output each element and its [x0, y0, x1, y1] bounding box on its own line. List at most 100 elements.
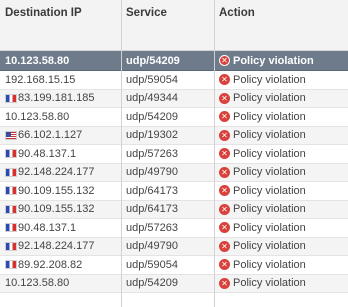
table-row[interactable]: 92.148.224.177 udp/49790 ✕ Policy violation	[0, 237, 348, 256]
policy-violation-icon: ✕	[219, 74, 230, 86]
destination-ip-cell: 10.123.58.80	[0, 55, 121, 67]
service-cell: udp/49790	[126, 240, 178, 253]
destination-ip-cell: 90.48.137.1	[0, 148, 121, 160]
table-row[interactable]: 10.123.58.80 udp/54209 ✕ Policy violation	[0, 108, 348, 127]
destination-ip-cell: 90.109.155.132	[0, 203, 121, 215]
table-row[interactable]: 92.148.224.177 udp/49790 ✕ Policy violation	[0, 163, 348, 182]
action-cell: ✕ Policy violation	[214, 185, 348, 197]
france-flag-icon	[5, 186, 17, 196]
policy-violation-icon: ✕	[219, 166, 230, 178]
destination-ip-text: 89.92.208.82	[18, 258, 83, 271]
destination-ip-text: 10.123.58.80	[5, 277, 70, 290]
table-row[interactable]: 90.109.155.132 udp/64173 ✕ Policy violation	[0, 200, 348, 219]
column-separator[interactable]	[121, 0, 122, 307]
action-text: Policy violation	[233, 54, 314, 67]
column-separator[interactable]	[214, 0, 215, 307]
policy-violation-icon: ✕	[219, 203, 230, 215]
table-header: Destination IP Service Action	[0, 0, 348, 51]
usa-flag-icon	[5, 130, 17, 140]
action-text: Policy violation	[233, 147, 306, 160]
action-text: Policy violation	[233, 221, 306, 234]
france-flag-icon	[5, 223, 17, 233]
table-body: 10.123.58.80 udp/54209 ✕ Policy violation 19…	[0, 51, 348, 293]
policy-violation-icon: ✕	[219, 222, 230, 234]
policy-violation-icon: ✕	[219, 129, 230, 141]
france-flag-icon	[5, 204, 17, 214]
table-row[interactable]: 90.48.137.1 udp/57263 ✕ Policy violation	[0, 145, 348, 164]
destination-ip-text: 92.148.224.177	[18, 166, 95, 179]
traffic-log-table: Destination IP Service Action 10.123.58.…	[0, 0, 348, 307]
action-text: Policy violation	[233, 166, 306, 179]
table-row[interactable]: 192.168.15.15 udp/59054 ✕ Policy violation	[0, 71, 348, 90]
service-cell: udp/54209	[126, 110, 178, 123]
action-cell: ✕ Policy violation	[214, 277, 348, 289]
action-text: Policy violation	[233, 203, 306, 216]
action-cell: ✕ Policy violation	[214, 129, 348, 141]
destination-ip-text: 192.168.15.15	[5, 73, 76, 86]
service-cell: udp/59054	[126, 73, 178, 86]
action-text: Policy violation	[233, 240, 306, 253]
action-text: Policy violation	[233, 129, 306, 142]
policy-violation-icon: ✕	[219, 277, 230, 289]
destination-ip-cell: 92.148.224.177	[0, 240, 121, 252]
destination-ip-text: 83.199.181.185	[18, 92, 95, 105]
france-flag-icon	[5, 93, 17, 103]
destination-ip-cell: 66.102.1.127	[0, 129, 121, 141]
service-cell: udp/57263	[126, 221, 178, 234]
service-cell: udp/54209	[126, 54, 180, 67]
destination-ip-text: 92.148.224.177	[18, 240, 95, 253]
table-row[interactable]: 90.48.137.1 udp/57263 ✕ Policy violation	[0, 219, 348, 238]
action-cell: ✕ Policy violation	[214, 74, 348, 86]
service-cell: udp/59054	[126, 258, 178, 271]
france-flag-icon	[5, 167, 17, 177]
action-cell: ✕ Policy violation	[214, 55, 348, 67]
table-row[interactable]: 90.109.155.132 udp/64173 ✕ Policy violation	[0, 182, 348, 201]
action-cell: ✕ Policy violation	[214, 203, 348, 215]
table-row[interactable]: 10.123.58.80 udp/54209 ✕ Policy violation	[0, 274, 348, 293]
policy-violation-icon: ✕	[219, 111, 230, 123]
table-row[interactable]: 66.102.1.127 udp/19302 ✕ Policy violation	[0, 126, 348, 145]
policy-violation-icon: ✕	[219, 185, 230, 197]
action-text: Policy violation	[233, 184, 306, 197]
action-cell: ✕ Policy violation	[214, 111, 348, 123]
column-header-destination-ip[interactable]: Destination IP	[0, 0, 121, 19]
table-row[interactable]: 89.92.208.82 udp/59054 ✕ Policy violation	[0, 256, 348, 275]
action-cell: ✕ Policy violation	[214, 240, 348, 252]
destination-ip-cell: 10.123.58.80	[0, 277, 121, 289]
action-text: Policy violation	[233, 258, 306, 271]
destination-ip-cell: 89.92.208.82	[0, 259, 121, 271]
policy-violation-icon: ✕	[219, 148, 230, 160]
destination-ip-cell: 83.199.181.185	[0, 92, 121, 104]
table-row[interactable]: 10.123.58.80 udp/54209 ✕ Policy violation	[0, 51, 348, 71]
destination-ip-text: 90.48.137.1	[18, 221, 77, 234]
service-cell: udp/57263	[126, 147, 178, 160]
action-cell: ✕ Policy violation	[214, 259, 348, 271]
service-cell: udp/49790	[126, 166, 178, 179]
service-cell: udp/64173	[126, 203, 178, 216]
action-text: Policy violation	[233, 277, 306, 290]
table-row[interactable]: 83.199.181.185 udp/49344 ✕ Policy violation	[0, 89, 348, 108]
destination-ip-text: 90.109.155.132	[18, 203, 95, 216]
action-cell: ✕ Policy violation	[214, 166, 348, 178]
service-cell: udp/49344	[126, 92, 178, 105]
action-text: Policy violation	[233, 73, 306, 86]
destination-ip-text: 90.48.137.1	[18, 147, 77, 160]
action-cell: ✕ Policy violation	[214, 148, 348, 160]
destination-ip-text: 66.102.1.127	[18, 129, 83, 142]
destination-ip-cell: 90.109.155.132	[0, 185, 121, 197]
service-cell: udp/19302	[126, 129, 178, 142]
action-cell: ✕ Policy violation	[214, 222, 348, 234]
policy-violation-icon: ✕	[219, 55, 230, 66]
column-header-service[interactable]: Service	[121, 0, 214, 19]
destination-ip-cell: 10.123.58.80	[0, 111, 121, 123]
destination-ip-text: 90.109.155.132	[18, 184, 95, 197]
france-flag-icon	[5, 241, 17, 251]
destination-ip-cell: 192.168.15.15	[0, 74, 121, 86]
france-flag-icon	[5, 149, 17, 159]
policy-violation-icon: ✕	[219, 259, 230, 271]
destination-ip-cell: 90.48.137.1	[0, 222, 121, 234]
destination-ip-text: 10.123.58.80	[5, 54, 70, 67]
france-flag-icon	[5, 260, 17, 270]
column-header-action[interactable]: Action	[214, 0, 348, 19]
policy-violation-icon: ✕	[219, 92, 230, 104]
